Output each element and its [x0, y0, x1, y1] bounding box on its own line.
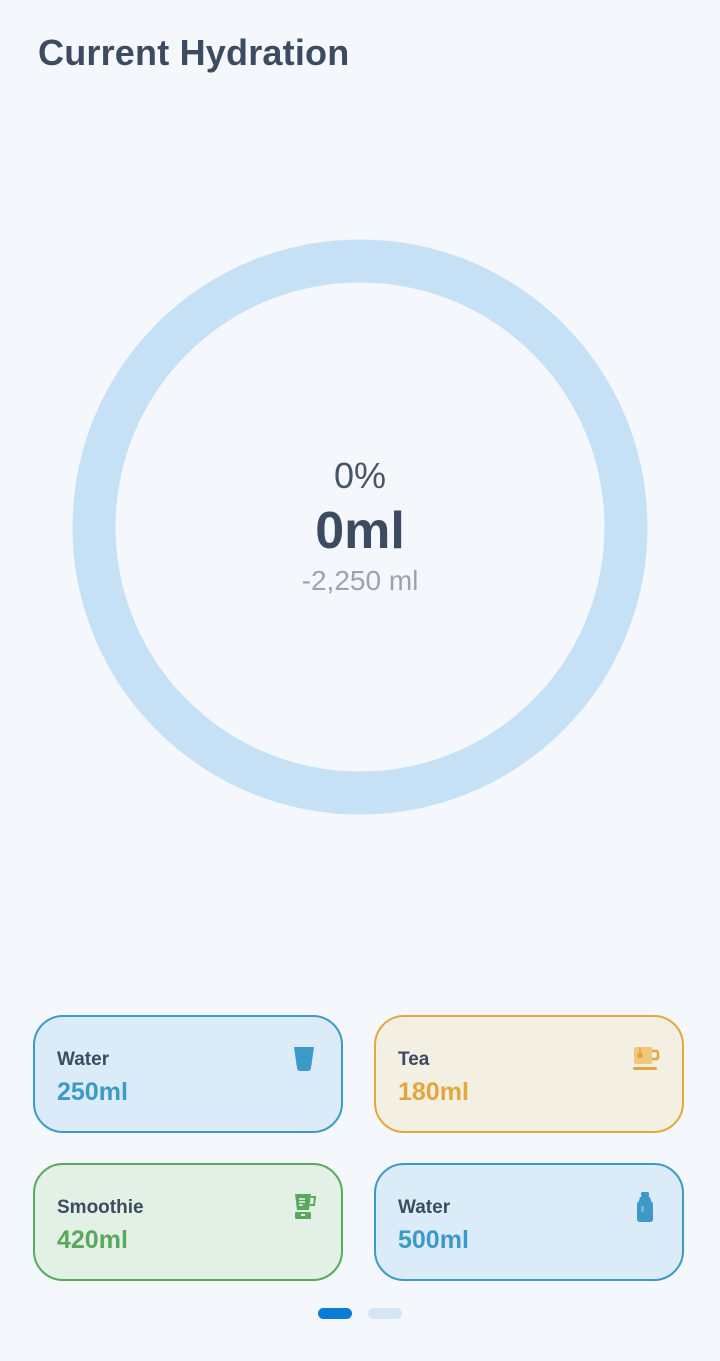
- drink-label: Tea: [398, 1049, 430, 1070]
- page-dot-active[interactable]: [318, 1308, 352, 1319]
- tea-mug-icon: [632, 1043, 660, 1073]
- bottle-icon: [632, 1191, 658, 1222]
- drink-card-water-250[interactable]: Water 250ml: [33, 1015, 343, 1133]
- page-title: Current Hydration: [38, 32, 350, 73]
- drink-volume: 420ml: [57, 1226, 128, 1254]
- glass-icon: [291, 1043, 317, 1073]
- drink-volume: 500ml: [398, 1226, 469, 1254]
- drink-volume: 250ml: [57, 1078, 128, 1106]
- drink-label: Smoothie: [57, 1197, 144, 1218]
- hydration-progress-ring: 0% 0ml -2,250 ml: [72, 239, 648, 815]
- hydration-screen: Current Hydration 0% 0ml -2,250 ml Water…: [0, 0, 720, 1361]
- drink-label: Water: [57, 1049, 110, 1070]
- drink-card-smoothie-420[interactable]: Smoothie 420ml: [33, 1163, 343, 1281]
- progress-percent: 0%: [333, 455, 387, 496]
- page-dot-inactive[interactable]: [368, 1308, 402, 1319]
- page-indicator: [318, 1308, 408, 1320]
- drink-label: Water: [398, 1197, 451, 1218]
- consumed-amount: 0ml: [315, 502, 405, 560]
- blender-icon: [291, 1191, 317, 1221]
- drink-card-water-500[interactable]: Water 500ml: [374, 1163, 684, 1281]
- drink-volume: 180ml: [398, 1078, 469, 1106]
- ring-center-text: 0% 0ml -2,250 ml: [72, 239, 648, 815]
- drink-card-tea-180[interactable]: Tea 180ml: [374, 1015, 684, 1133]
- remaining-amount: -2,250 ml: [301, 565, 419, 596]
